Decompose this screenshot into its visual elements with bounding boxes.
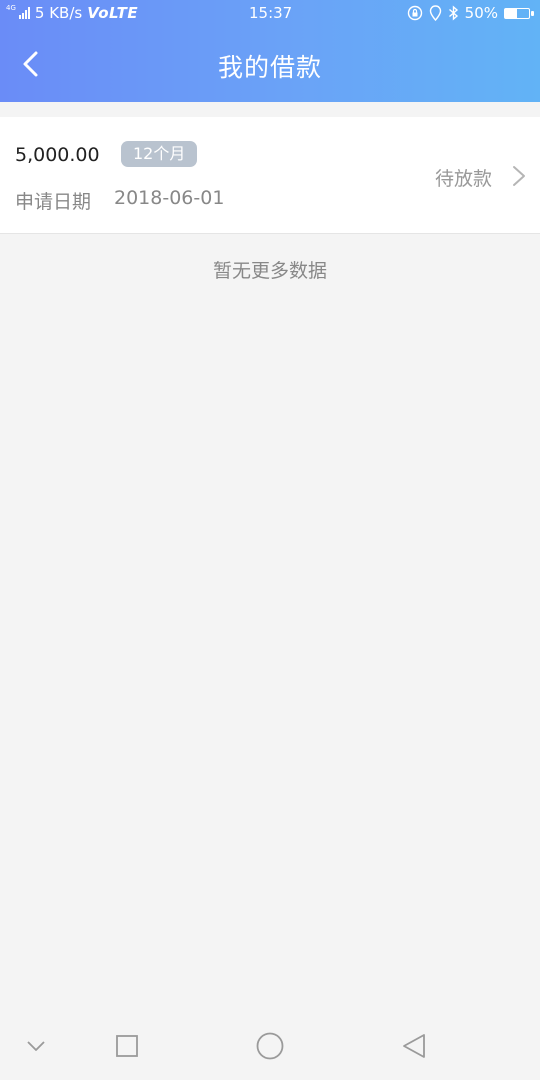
status-left: 4G 5 KB/s VoLTE <box>6 4 138 22</box>
loan-status: 待放款 <box>435 168 493 190</box>
status-right: 50% <box>407 4 534 22</box>
header: 4G 5 KB/s VoLTE 15:37 50% 我的借款 <box>0 0 540 102</box>
system-navigation-bar <box>0 1008 540 1080</box>
chevron-right-icon <box>513 166 525 186</box>
no-more-data-text: 暂无更多数据 <box>212 260 327 282</box>
battery-fill <box>505 8 517 18</box>
volte-label: VoLTE <box>87 4 139 22</box>
back-triangle-icon <box>403 1034 425 1058</box>
signal-icon <box>18 7 30 19</box>
loan-term-badge: 12个月 <box>121 141 198 167</box>
apply-date-label: 申请日期 <box>15 191 92 213</box>
rotation-lock-icon <box>407 5 422 21</box>
app-screen: 4G 5 KB/s VoLTE 15:37 50% 我的借款 5,000.00 … <box>0 0 540 1080</box>
hide-nav-button[interactable] <box>16 1026 56 1066</box>
status-time: 15:37 <box>249 4 293 22</box>
recents-square-icon <box>116 1035 138 1057</box>
location-icon <box>429 5 441 21</box>
network-type: 4G <box>6 3 16 12</box>
apply-date-value: 2018-06-01 <box>114 187 225 209</box>
system-back-button[interactable] <box>394 1026 434 1066</box>
battery-percent: 50% <box>464 4 498 22</box>
navigation-bar: 我的借款 <box>0 28 540 102</box>
bluetooth-icon <box>448 5 458 21</box>
loan-list-item[interactable]: 5,000.00 12个月 申请日期 2018-06-01 待放款 <box>0 117 540 234</box>
page-title: 我的借款 <box>217 53 322 82</box>
status-bar: 4G 5 KB/s VoLTE 15:37 50% <box>0 0 540 28</box>
chevron-down-icon <box>27 1041 45 1051</box>
battery-icon <box>504 7 534 19</box>
home-circle-icon <box>256 1032 284 1060</box>
network-speed: 5 KB/s <box>34 4 83 22</box>
loan-amount: 5,000.00 <box>15 144 100 166</box>
recents-button[interactable] <box>107 1026 147 1066</box>
home-button[interactable] <box>250 1026 290 1066</box>
